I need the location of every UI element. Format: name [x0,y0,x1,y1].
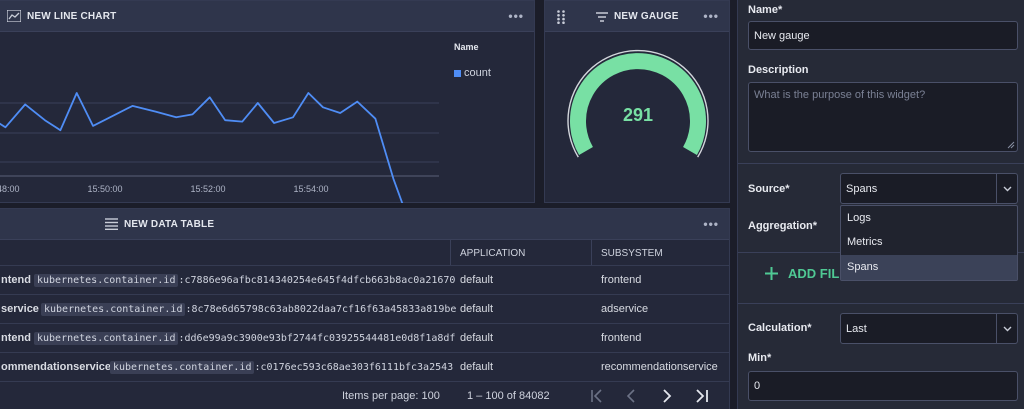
row-name: ntend [1,332,31,344]
resize-handle-icon[interactable] [1007,141,1015,149]
calculation-label: Calculation* [748,322,812,334]
source-dropdown-menu: Logs Metrics Spans [840,205,1018,281]
gauge-header: NEW GAUGE ••• [545,1,729,32]
x-tick-label: 15:52:00 [190,184,225,194]
row-subsystem: frontend [601,274,642,286]
row-subsystem: recommendationservice [601,361,718,373]
page-range: 1 – 100 of 84082 [467,390,550,402]
source-label: Source* [748,183,790,195]
column-header-subsystem[interactable]: SUBSYSTEM [601,248,663,259]
legend-title: Name [454,42,479,52]
table-row[interactable]: ntend kubernetes.container.id:c7886e96af… [0,266,729,295]
row-name: service [1,303,39,315]
source-option-metrics[interactable]: Metrics [841,230,1017,255]
row-key-value: :dd6e99a9c3900e93bf2744fc03925544481e0d8… [178,333,456,344]
description-placeholder: What is the purpose of this widget? [754,89,926,101]
source-select[interactable]: Spans [840,173,1018,204]
column-header-application[interactable]: APPLICATION [460,248,525,259]
chevron-down-icon [1003,186,1011,191]
table-more-icon[interactable]: ••• [703,217,719,231]
line-chart-icon [7,10,21,22]
pagination-bar: Items per page: 100 1 – 100 of 84082 [0,383,729,409]
items-per-page[interactable]: Items per page: 100 [342,390,440,402]
row-name: ntend [1,274,31,286]
min-label: Min* [748,352,772,364]
column-divider [591,240,592,265]
prev-page-icon[interactable] [626,389,638,403]
table-row[interactable]: service kubernetes.container.id:8c78e6d6… [0,295,729,324]
row-key-tag: kubernetes.container.id [41,303,186,316]
line-chart-header: NEW LINE CHART ••• [0,1,534,32]
row-key-tag: kubernetes.container.id [34,332,179,345]
drag-handle-icon[interactable] [557,10,565,24]
name-input[interactable]: New gauge [748,21,1018,50]
row-key-tag: kubernetes.container.id [110,361,255,374]
gauge-panel: NEW GAUGE ••• 291 [544,0,730,203]
legend-label: count [464,67,491,79]
row-subsystem: frontend [601,332,642,344]
data-table-header: NEW DATA TABLE ••• [0,209,729,240]
x-tick-label: 15:48:00 [0,184,20,194]
next-page-icon[interactable] [661,389,673,403]
section-divider [738,303,1024,304]
calculation-value: Last [846,322,867,335]
row-application: default [460,361,494,373]
table-row[interactable]: ntend kubernetes.container.id:dd6e99a9c3… [0,324,729,353]
column-divider [450,240,451,265]
legend-swatch [454,69,461,77]
table-column-header-row: APPLICATION SUBSYSTEM [0,240,729,266]
row-key-value: :c7886e96afbc814340254e645f4dfcb663b8ac0… [178,275,456,286]
data-table-panel: NEW DATA TABLE ••• APPLICATION SUBSYSTEM… [0,208,730,409]
row-application: default [460,303,494,315]
first-page-icon[interactable] [590,389,604,403]
calculation-select[interactable]: Last [840,313,1018,344]
min-input[interactable]: 0 [748,371,1018,401]
gauge-dial: 291 [567,49,709,158]
line-chart-more-icon[interactable]: ••• [508,9,524,23]
table-icon [105,218,118,230]
gauge-title: NEW GAUGE [614,11,679,22]
source-option-spans[interactable]: Spans [841,255,1017,280]
row-application: default [460,332,494,344]
source-option-logs[interactable]: Logs [841,206,1017,230]
row-key-value: :8c78e6d65798c63ab8022daa7cf16f63a45833a… [185,304,457,315]
name-label: Name* [748,4,783,16]
chevron-down-icon [1003,326,1011,331]
gauge-more-icon[interactable]: ••• [703,9,719,23]
section-divider [738,163,1024,164]
gauge-icon [596,11,608,22]
line-chart-title: NEW LINE CHART [27,10,117,22]
row-key-tag: kubernetes.container.id [34,274,179,287]
row-key-value: :c0176ec593c68ae303f6111bfc3a2543 [254,362,454,373]
plus-icon [765,267,778,280]
add-filter-button[interactable]: ADD FIL [765,266,839,281]
row-subsystem: adservice [601,303,649,315]
table-row[interactable]: ommendationservice kubernetes.container.… [0,353,729,382]
last-page-icon[interactable] [695,389,709,403]
legend-item[interactable]: count [454,67,491,79]
x-tick-label: 15:50:00 [87,184,122,194]
source-value: Spans [846,182,878,195]
x-tick-label: 15:54:00 [293,184,328,194]
add-filter-label: ADD FIL [788,266,840,281]
aggregation-label: Aggregation* [748,220,818,232]
row-application: default [460,274,494,286]
row-name: ommendationservice [1,361,112,373]
description-textarea[interactable]: What is the purpose of this widget? [748,82,1018,152]
gauge-value: 291 [623,105,653,125]
description-label: Description [748,64,809,76]
data-table-title: NEW DATA TABLE [124,218,215,230]
line-chart-plot: 15:48:00 15:50:00 15:52:00 15:54:00 [0,92,439,203]
line-chart-panel: NEW LINE CHART ••• 15:48:00 15:50:00 15:52… [0,0,535,203]
